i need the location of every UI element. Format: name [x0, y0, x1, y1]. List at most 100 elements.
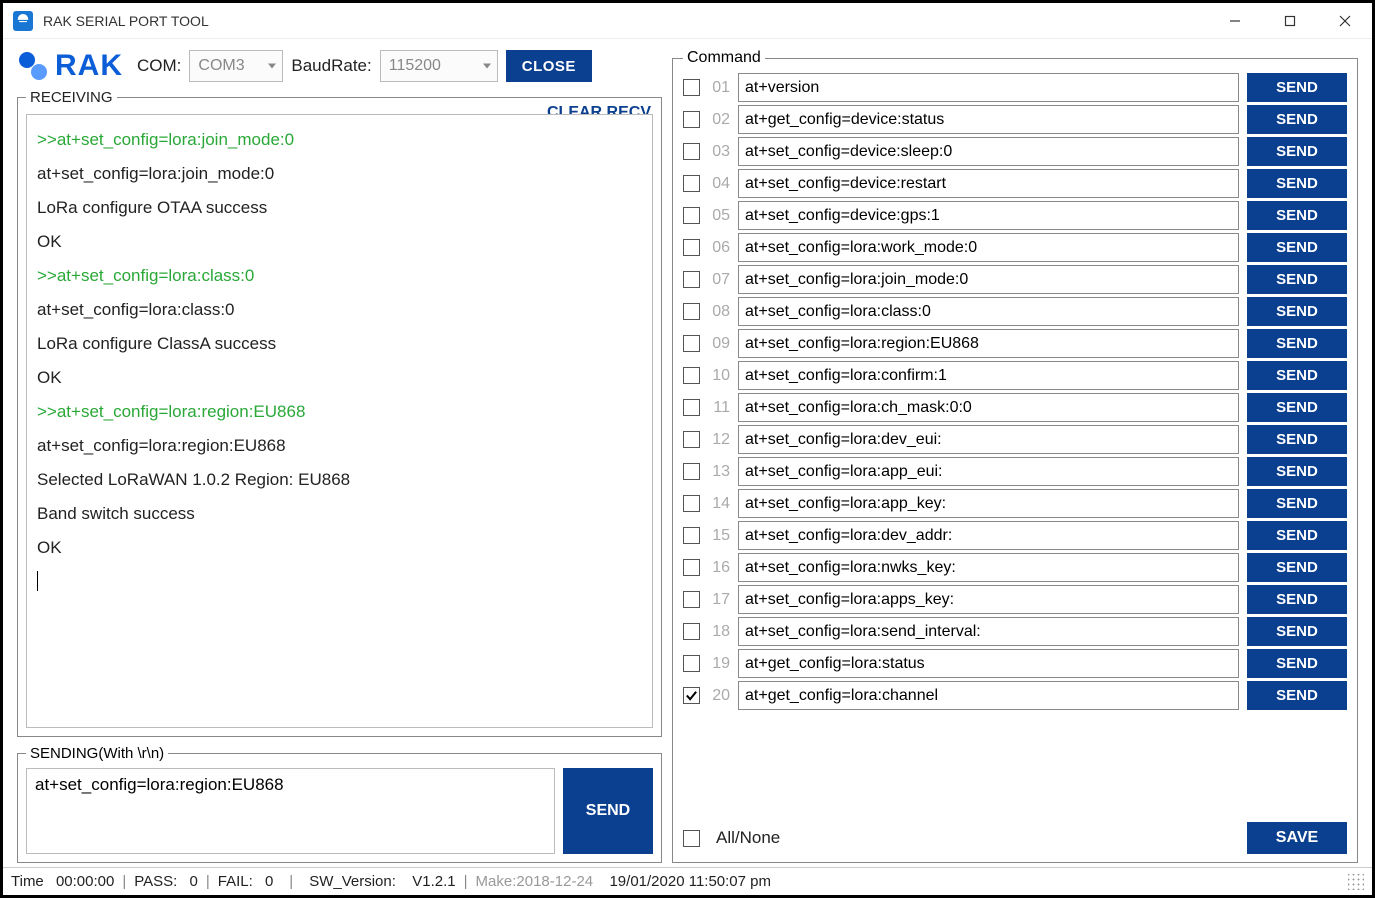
command-input[interactable]	[738, 681, 1239, 710]
command-number: 09	[708, 335, 730, 353]
command-input[interactable]	[738, 617, 1239, 646]
command-row: 10SEND	[683, 361, 1347, 390]
command-send-button[interactable]: SEND	[1247, 169, 1347, 198]
command-number: 08	[708, 303, 730, 321]
command-checkbox[interactable]	[683, 399, 700, 416]
command-number: 19	[708, 655, 730, 673]
command-panel: Command 01SEND02SEND03SEND04SEND05SEND06…	[672, 49, 1358, 863]
command-send-button[interactable]: SEND	[1247, 553, 1347, 582]
logo-icon	[17, 50, 49, 82]
command-checkbox[interactable]	[683, 559, 700, 576]
command-input[interactable]	[738, 457, 1239, 486]
command-checkbox[interactable]	[683, 111, 700, 128]
command-checkbox[interactable]	[683, 271, 700, 288]
recv-line-response: at+set_config=lora:class:0	[37, 293, 642, 327]
command-send-button[interactable]: SEND	[1247, 233, 1347, 262]
command-send-button[interactable]: SEND	[1247, 265, 1347, 294]
command-row: 18SEND	[683, 617, 1347, 646]
com-value: COM3	[198, 57, 244, 75]
command-checkbox[interactable]	[683, 527, 700, 544]
command-checkbox[interactable]	[683, 207, 700, 224]
status-fail-value: 0	[265, 873, 273, 890]
content-area: RAK COM: COM3 BaudRate: 115200 CLOSE REC…	[3, 39, 1372, 867]
recv-line-response: OK	[37, 531, 642, 565]
sending-input[interactable]	[26, 768, 555, 854]
command-send-button[interactable]: SEND	[1247, 329, 1347, 358]
com-combobox[interactable]: COM3	[189, 50, 283, 82]
command-checkbox[interactable]	[683, 239, 700, 256]
command-legend: Command	[683, 49, 765, 67]
command-checkbox[interactable]	[683, 303, 700, 320]
recv-line-response: at+set_config=lora:join_mode:0	[37, 157, 642, 191]
command-checkbox[interactable]	[683, 335, 700, 352]
resize-grip-icon[interactable]	[1348, 874, 1364, 890]
app-icon	[13, 11, 33, 31]
command-send-button[interactable]: SEND	[1247, 361, 1347, 390]
command-number: 06	[708, 239, 730, 257]
command-input[interactable]	[738, 585, 1239, 614]
command-send-button[interactable]: SEND	[1247, 489, 1347, 518]
send-button[interactable]: SEND	[563, 768, 653, 854]
command-number: 02	[708, 111, 730, 129]
command-checkbox[interactable]	[683, 175, 700, 192]
command-input[interactable]	[738, 105, 1239, 134]
command-send-button[interactable]: SEND	[1247, 393, 1347, 422]
command-checkbox[interactable]	[683, 431, 700, 448]
command-checkbox[interactable]	[683, 591, 700, 608]
command-send-button[interactable]: SEND	[1247, 649, 1347, 678]
command-row: 04SEND	[683, 169, 1347, 198]
minimize-button[interactable]	[1207, 3, 1262, 39]
command-input[interactable]	[738, 329, 1239, 358]
command-input[interactable]	[738, 521, 1239, 550]
command-checkbox[interactable]	[683, 367, 700, 384]
command-number: 16	[708, 559, 730, 577]
command-number: 05	[708, 207, 730, 225]
command-checkbox[interactable]	[683, 655, 700, 672]
recv-line-response: at+set_config=lora:region:EU868	[37, 429, 642, 463]
command-input[interactable]	[738, 265, 1239, 294]
command-input[interactable]	[738, 489, 1239, 518]
command-list: 01SEND02SEND03SEND04SEND05SEND06SEND07SE…	[683, 73, 1347, 806]
close-window-button[interactable]	[1317, 3, 1372, 39]
allnone-checkbox[interactable]	[683, 830, 700, 847]
command-checkbox[interactable]	[683, 463, 700, 480]
command-input[interactable]	[738, 297, 1239, 326]
close-port-button[interactable]: CLOSE	[506, 50, 592, 82]
receiving-textarea[interactable]: >>at+set_config=lora:join_mode:0at+set_c…	[26, 114, 653, 728]
command-input[interactable]	[738, 393, 1239, 422]
save-button[interactable]: SAVE	[1247, 822, 1347, 854]
command-input[interactable]	[738, 425, 1239, 454]
command-input[interactable]	[738, 361, 1239, 390]
command-send-button[interactable]: SEND	[1247, 457, 1347, 486]
command-input[interactable]	[738, 73, 1239, 102]
command-send-button[interactable]: SEND	[1247, 105, 1347, 134]
command-input[interactable]	[738, 233, 1239, 262]
command-input[interactable]	[738, 649, 1239, 678]
titlebar: RAK SERIAL PORT TOOL	[3, 3, 1372, 39]
command-send-button[interactable]: SEND	[1247, 521, 1347, 550]
command-input[interactable]	[738, 201, 1239, 230]
command-send-button[interactable]: SEND	[1247, 297, 1347, 326]
command-checkbox[interactable]	[683, 495, 700, 512]
command-send-button[interactable]: SEND	[1247, 617, 1347, 646]
command-input[interactable]	[738, 137, 1239, 166]
command-checkbox[interactable]	[683, 623, 700, 640]
logo-text: RAK	[55, 49, 123, 83]
command-send-button[interactable]: SEND	[1247, 73, 1347, 102]
command-row: 16 SEND	[683, 553, 1347, 582]
command-input[interactable]	[738, 553, 1239, 582]
command-send-button[interactable]: SEND	[1247, 425, 1347, 454]
command-row: 11SEND	[683, 393, 1347, 422]
command-input[interactable]	[738, 169, 1239, 198]
command-checkbox[interactable]	[683, 143, 700, 160]
command-send-button[interactable]: SEND	[1247, 585, 1347, 614]
command-send-button[interactable]: SEND	[1247, 681, 1347, 710]
command-row: 09 SEND	[683, 329, 1347, 358]
baudrate-combobox[interactable]: 115200	[380, 50, 498, 82]
maximize-button[interactable]	[1262, 3, 1317, 39]
command-send-button[interactable]: SEND	[1247, 201, 1347, 230]
command-row: 15SEND	[683, 521, 1347, 550]
command-send-button[interactable]: SEND	[1247, 137, 1347, 166]
command-checkbox[interactable]	[683, 687, 700, 704]
command-checkbox[interactable]	[683, 79, 700, 96]
